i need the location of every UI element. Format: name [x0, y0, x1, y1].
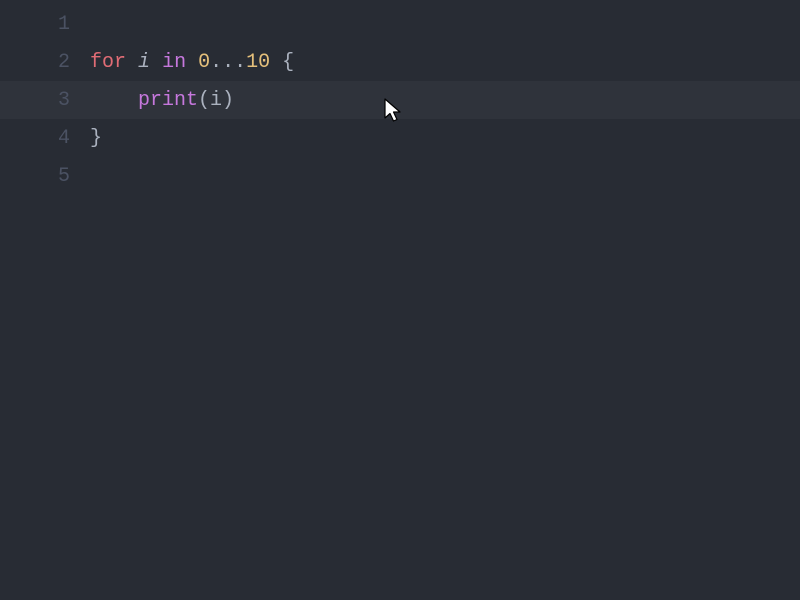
token: ... — [210, 51, 246, 74]
code-line[interactable]: 3 print(i) — [0, 81, 800, 119]
token: 0 — [198, 51, 210, 74]
code-line[interactable]: 2for i in 0...10 { — [0, 43, 800, 81]
code-content[interactable]: for i in 0...10 { — [90, 51, 294, 74]
code-content[interactable]: } — [90, 127, 102, 150]
code-line[interactable]: 5 — [0, 157, 800, 195]
line-number: 1 — [0, 13, 90, 36]
token: (i) — [198, 89, 234, 112]
token: in — [162, 51, 186, 74]
code-content[interactable]: print(i) — [90, 89, 234, 112]
token: { — [270, 51, 294, 74]
token — [150, 51, 162, 74]
token: for — [90, 51, 126, 74]
token — [186, 51, 198, 74]
line-number: 5 — [0, 165, 90, 188]
token: print — [138, 89, 198, 112]
token: 10 — [246, 51, 270, 74]
line-number: 2 — [0, 51, 90, 74]
line-number: 4 — [0, 127, 90, 150]
code-line[interactable]: 4} — [0, 119, 800, 157]
token: i — [138, 51, 150, 74]
code-line[interactable]: 1 — [0, 5, 800, 43]
code-editor[interactable]: 12for i in 0...10 {3 print(i)4}5 — [0, 0, 800, 600]
token: } — [90, 127, 102, 150]
token — [126, 51, 138, 74]
line-number: 3 — [0, 89, 90, 112]
token — [90, 89, 138, 112]
